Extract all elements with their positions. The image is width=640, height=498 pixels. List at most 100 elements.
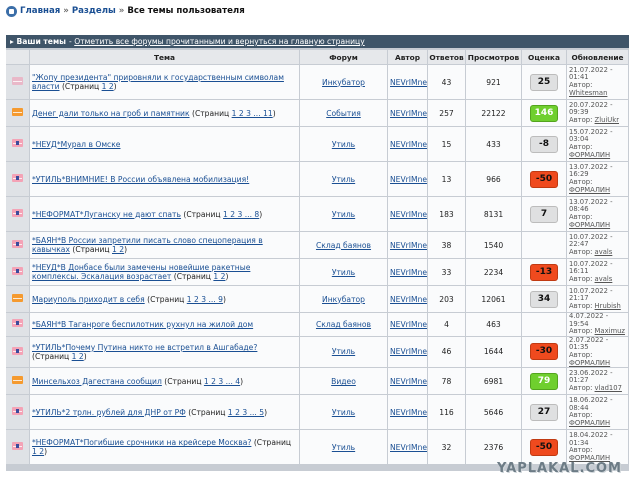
- table-row: *УТИЛЬ*ВНИМНИЕ! В России объявлена мобил…: [6, 162, 629, 196]
- author-link[interactable]: NEVrIMne: [388, 197, 428, 231]
- pinned-envelope-icon: [12, 407, 23, 416]
- topic-link[interactable]: *НЕФОРМАТ*Луганску не дают спать: [32, 210, 181, 219]
- pages-close: ): [264, 407, 268, 417]
- hot-envelope-icon: [12, 376, 23, 385]
- pages-close: ): [124, 245, 128, 254]
- author-link[interactable]: NEVrIMne: [388, 286, 428, 312]
- topic-cell: Мариуполь приходит в себя (Страниц 1 2 3…: [30, 286, 300, 312]
- breadcrumb-current: Все темы пользователя: [127, 6, 245, 16]
- topic-link[interactable]: Минсельхоз Дагестана сообщил: [32, 377, 162, 386]
- views-count: 1540: [466, 232, 522, 258]
- updater-link[interactable]: Whitesman: [569, 89, 607, 97]
- author-link[interactable]: NEVrIMne: [388, 259, 428, 285]
- topic-link[interactable]: *УТИЛЬ*Почему Путина никто не встретил в…: [32, 343, 257, 352]
- updater-link[interactable]: ФОРМАЛИН: [569, 221, 610, 229]
- replies-count: 183: [428, 197, 466, 231]
- forum-link[interactable]: Инкубатор: [322, 295, 365, 304]
- updated-date: 10.07.2022 - 16:11: [569, 259, 613, 276]
- topic-link[interactable]: *НЕУД*Мурал в Омске: [32, 140, 120, 149]
- topic-icon-cell: [6, 162, 30, 196]
- updated-date: 15.07.2022 - 03:04: [569, 127, 613, 144]
- forum-link[interactable]: Видео: [331, 377, 356, 386]
- breadcrumb-sections-link[interactable]: Разделы: [72, 6, 116, 16]
- mark-all-read-link[interactable]: Отметить все форумы прочитанными и верну…: [74, 37, 364, 46]
- topic-link[interactable]: *УТИЛЬ*2 трлн. рублей для ДНР от РФ: [32, 408, 186, 417]
- page-links[interactable]: 1 2 3 ... 8: [223, 210, 259, 219]
- page-links[interactable]: 1 2: [112, 245, 124, 254]
- topic-icon-cell: [6, 336, 30, 368]
- breadcrumb-home-link[interactable]: Главная: [20, 6, 60, 16]
- table-row: "Жопу президента" прировняли к государст…: [6, 65, 629, 99]
- pages-close: ): [259, 209, 263, 219]
- author-link[interactable]: NEVrIMne: [388, 336, 428, 368]
- page-links[interactable]: 1 2: [102, 82, 114, 91]
- forum-link[interactable]: Склад баянов: [316, 241, 371, 250]
- views-count: 6981: [466, 368, 522, 395]
- updated-cell: 21.07.2022 - 01:41 Автор: Whitesman: [567, 65, 629, 99]
- updated-date: 10.07.2022 - 22:47: [569, 232, 613, 249]
- updater-link[interactable]: avals: [595, 248, 613, 256]
- page-links[interactable]: 1 2: [32, 447, 44, 456]
- page-links[interactable]: 1 2 3 ... 11: [232, 109, 273, 118]
- replies-count: 38: [428, 232, 466, 258]
- topic-icon-cell: [6, 430, 30, 465]
- pages-label: (Страниц: [144, 294, 187, 304]
- author-link[interactable]: NEVrIMne: [388, 232, 428, 258]
- forum-link[interactable]: События: [326, 109, 361, 118]
- updater-link[interactable]: ФОРМАЛИН: [569, 359, 610, 367]
- updater-link[interactable]: Hrubish: [595, 302, 621, 310]
- topic-link[interactable]: *БАЯН*В России запретили писать слово сп…: [32, 236, 263, 254]
- topic-link[interactable]: Мариуполь приходит в себя: [32, 295, 145, 304]
- pinned-envelope-icon: [12, 240, 23, 248]
- updater-link[interactable]: Maximuz: [595, 327, 625, 335]
- updater-link[interactable]: ФОРМАЛИН: [569, 419, 610, 427]
- forum-link[interactable]: Инкубатор: [322, 78, 365, 87]
- author-link[interactable]: NEVrIMne: [388, 395, 428, 430]
- updater-link[interactable]: avals: [595, 275, 613, 283]
- topics-panel: ▸ Ваши темы - Отметить все форумы прочит…: [6, 35, 629, 471]
- table-row: *БАЯН*В Таганроге беспилотник рухнул на …: [6, 313, 629, 336]
- forum-link[interactable]: Утиль: [332, 443, 355, 452]
- pages-close: ): [113, 82, 117, 91]
- author-link[interactable]: NEVrIMne: [388, 100, 428, 126]
- topic-link[interactable]: Денег дали только на гроб и памятник: [32, 109, 190, 118]
- forum-link[interactable]: Склад баянов: [316, 320, 371, 329]
- forum-link[interactable]: Утиль: [332, 347, 355, 356]
- col-author-header: Автор: [388, 50, 428, 64]
- panel-title-text: Ваши темы: [16, 37, 67, 46]
- views-count: 22122: [466, 100, 522, 126]
- updater-link[interactable]: ФОРМАЛИН: [569, 151, 610, 159]
- author-link[interactable]: NEVrIMne: [388, 368, 428, 395]
- home-icon[interactable]: [6, 5, 17, 17]
- panel-title: ▸ Ваши темы: [10, 37, 67, 46]
- forum-link[interactable]: Утиль: [332, 268, 355, 277]
- author-link[interactable]: NEVrIMne: [388, 162, 428, 196]
- col-views-header: Просмотров: [466, 50, 522, 64]
- page-links[interactable]: 1 2: [213, 272, 225, 281]
- forum-link[interactable]: Утиль: [332, 140, 355, 149]
- forum-link[interactable]: Утиль: [332, 408, 355, 417]
- author-link[interactable]: NEVrIMne: [388, 127, 428, 161]
- page-links[interactable]: 1 2 3 ... 9: [187, 295, 223, 304]
- updater-link[interactable]: vlad107: [595, 384, 622, 392]
- updater-link[interactable]: ФОРМАЛИН: [569, 186, 610, 194]
- updater-link[interactable]: ZluiUkr: [595, 116, 619, 124]
- author-link[interactable]: NEVrIMne: [388, 65, 428, 99]
- topic-link[interactable]: *УТИЛЬ*ВНИМНИЕ! В России объявлена мобил…: [32, 175, 249, 184]
- topic-link[interactable]: *НЕФОРМАТ*Погибшие срочники на крейсере …: [32, 438, 251, 447]
- topic-cell: *БАЯН*В Таганроге беспилотник рухнул на …: [30, 313, 300, 336]
- forum-cell: Утиль: [300, 127, 388, 161]
- page-links[interactable]: 1 2 3 ... 5: [228, 408, 264, 417]
- author-link[interactable]: NEVrIMne: [388, 430, 428, 465]
- forum-link[interactable]: Утиль: [332, 210, 355, 219]
- forum-link[interactable]: Утиль: [332, 175, 355, 184]
- score-cell: -30: [522, 336, 567, 368]
- col-score-header: Оценка: [522, 50, 567, 64]
- author-link[interactable]: NEVrIMne: [388, 313, 428, 336]
- topic-link[interactable]: *БАЯН*В Таганроге беспилотник рухнул на …: [32, 320, 253, 329]
- page-links[interactable]: 1 2 3 ... 4: [204, 377, 240, 386]
- hot-envelope-icon: [12, 294, 23, 302]
- views-count: 966: [466, 162, 522, 196]
- page-links[interactable]: 1 2: [72, 352, 84, 361]
- table-row: *НЕФОРМАТ*Погибшие срочники на крейсере …: [6, 430, 629, 465]
